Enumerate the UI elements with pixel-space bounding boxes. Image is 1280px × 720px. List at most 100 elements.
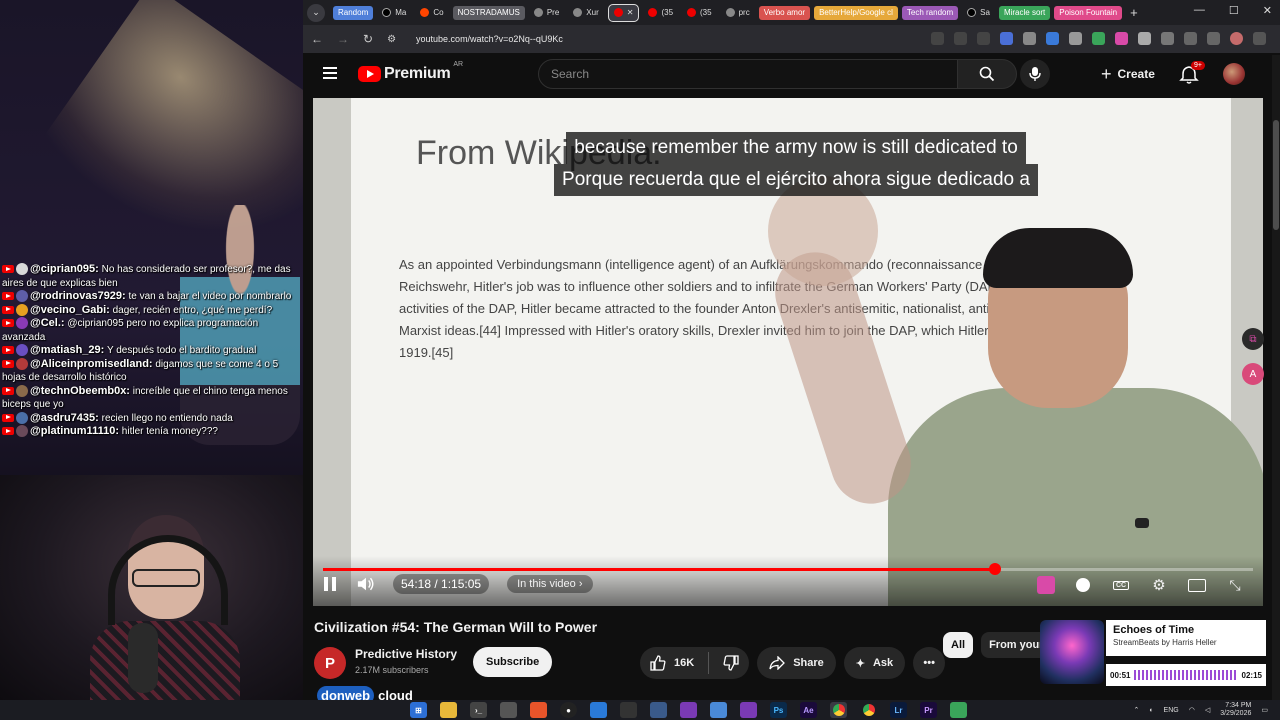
search-button[interactable] [957,59,1017,89]
brave-icon[interactable] [530,702,547,718]
app-icon[interactable] [740,702,757,718]
vscode-icon[interactable] [590,702,607,718]
sidebar-icon[interactable] [1184,32,1197,45]
share-button[interactable]: Share [757,647,836,679]
photoshop-icon[interactable]: Ps [770,702,787,718]
puzzle-icon[interactable] [1161,32,1174,45]
chip-all[interactable]: All [943,632,974,658]
menu-icon[interactable] [323,67,337,79]
search-input[interactable]: Search [538,59,991,89]
forward-icon[interactable]: → [337,32,349,46]
more-options-button[interactable]: ••• [913,647,946,679]
app-icon[interactable] [500,702,517,718]
page-scrollbar[interactable] [1272,55,1280,700]
tab[interactable]: Ma [377,6,411,20]
app-icon[interactable] [710,702,727,718]
volume-icon[interactable] [357,575,375,593]
miniplayer-icon[interactable] [1187,576,1207,594]
thumbs-down-icon[interactable] [723,655,739,671]
url-field[interactable]: youtube.com/watch?v=o2Nq--qU9Kc [416,34,563,44]
after-effects-icon[interactable]: Ae [800,702,817,718]
tab[interactable]: prc [721,6,755,20]
zoom-icon[interactable] [954,32,967,45]
clock[interactable]: 7:34 PM 3/29/2026 [1220,702,1251,718]
install-app-icon[interactable] [931,32,944,45]
side-translate-icon[interactable]: A [1242,363,1264,385]
visual-studio-icon[interactable] [680,702,697,718]
tab-group[interactable]: NOSTRADAMUS [452,5,525,20]
extension-icon[interactable] [1138,32,1151,45]
extension-icon[interactable] [1046,32,1059,45]
notifications-icon[interactable]: ▭ [1261,706,1268,714]
reload-icon[interactable]: ↻ [363,32,373,46]
youtube-logo[interactable]: Premium AR [358,61,463,83]
tray-icon[interactable]: ◐ [1149,707,1153,714]
pause-icon[interactable] [321,575,339,593]
lang-indicator[interactable]: ENG [1164,707,1179,714]
app-icon[interactable] [620,702,637,718]
tab-group[interactable]: BetterHelp/Google cl [814,5,898,20]
chevron-up-icon[interactable]: ⌃ [1133,706,1139,714]
tab[interactable]: Co [415,6,448,20]
obs-icon[interactable]: ● [560,702,577,718]
download-icon[interactable] [1207,32,1220,45]
close-tab-icon[interactable]: ✕ [627,8,634,17]
app-icon[interactable] [950,702,967,718]
start-icon[interactable]: ⊞ [410,702,427,718]
tab[interactable]: (35 [682,6,717,20]
account-avatar[interactable] [1223,63,1245,85]
tab-group[interactable]: Poison Fountain [1054,5,1123,20]
tab-group[interactable]: Tech random [901,5,959,20]
voice-search-button[interactable] [1020,59,1050,89]
extension-icon[interactable] [1023,32,1036,45]
tab-group[interactable]: Verbo amor [758,5,811,20]
tab-group[interactable]: Miracle sort [998,5,1051,20]
extension-icon[interactable] [1000,32,1013,45]
chrome-icon[interactable] [830,702,847,718]
app-icon[interactable] [650,702,667,718]
translate-extension-icon[interactable] [1037,576,1055,594]
scroll-thumb[interactable] [1273,120,1279,230]
close-icon[interactable]: ✕ [1263,4,1272,17]
lightroom-icon[interactable]: Lr [890,702,907,718]
extension-icon[interactable] [1092,32,1105,45]
channel-name[interactable]: Predictive History [355,647,457,661]
tab[interactable]: Xur [568,6,603,20]
scrubber-handle[interactable] [989,563,1002,575]
like-count[interactable]: 16K [674,657,694,669]
back-icon[interactable]: ← [311,32,323,46]
menu-icon[interactable] [1253,32,1266,45]
create-button[interactable]: + Create [1091,59,1165,89]
terminal-icon[interactable]: ›_ [470,702,487,718]
tab-search-button[interactable]: ⌄ [307,3,325,22]
wifi-icon[interactable]: ◠ [1189,706,1195,714]
site-info-icon[interactable]: ⚙ [387,34,396,45]
settings-icon[interactable]: ⚙ [1149,576,1169,594]
profile-icon[interactable] [1230,32,1243,45]
tab[interactable]: (35 [643,6,678,20]
fullscreen-icon[interactable]: ⤡ [1225,576,1245,594]
tab[interactable]: ✕ [607,3,640,22]
speaker-icon[interactable]: ◁ [1205,706,1210,714]
subtitles-icon[interactable]: CC [1111,576,1131,594]
bookmark-star-icon[interactable] [977,32,990,45]
in-this-video-button[interactable]: In this video › [507,575,593,593]
side-extension-icon[interactable]: ⧉ [1242,328,1264,350]
tab[interactable]: Sa [962,6,995,20]
maximize-icon[interactable]: ☐ [1229,4,1239,17]
minimize-icon[interactable]: — [1194,4,1205,17]
thumbs-up-icon[interactable] [650,655,666,671]
ask-button[interactable]: ✦ Ask [843,647,906,679]
new-tab-button[interactable]: + [1130,5,1138,20]
extension-icon[interactable] [1069,32,1082,45]
tab[interactable]: Pre [529,6,564,20]
chrome-icon[interactable] [860,702,877,718]
premiere-icon[interactable]: Pr [920,702,937,718]
channel-avatar[interactable]: P [314,647,346,679]
progress-bar[interactable] [323,563,1253,575]
subscribe-button[interactable]: Subscribe [473,647,553,677]
extension-icon[interactable] [1115,32,1128,45]
video-player[interactable]: From Wikipedia: As an appointed Verbindu… [313,98,1263,606]
autoplay-toggle-icon[interactable] [1073,576,1093,594]
tab-group[interactable]: Random [333,5,374,20]
